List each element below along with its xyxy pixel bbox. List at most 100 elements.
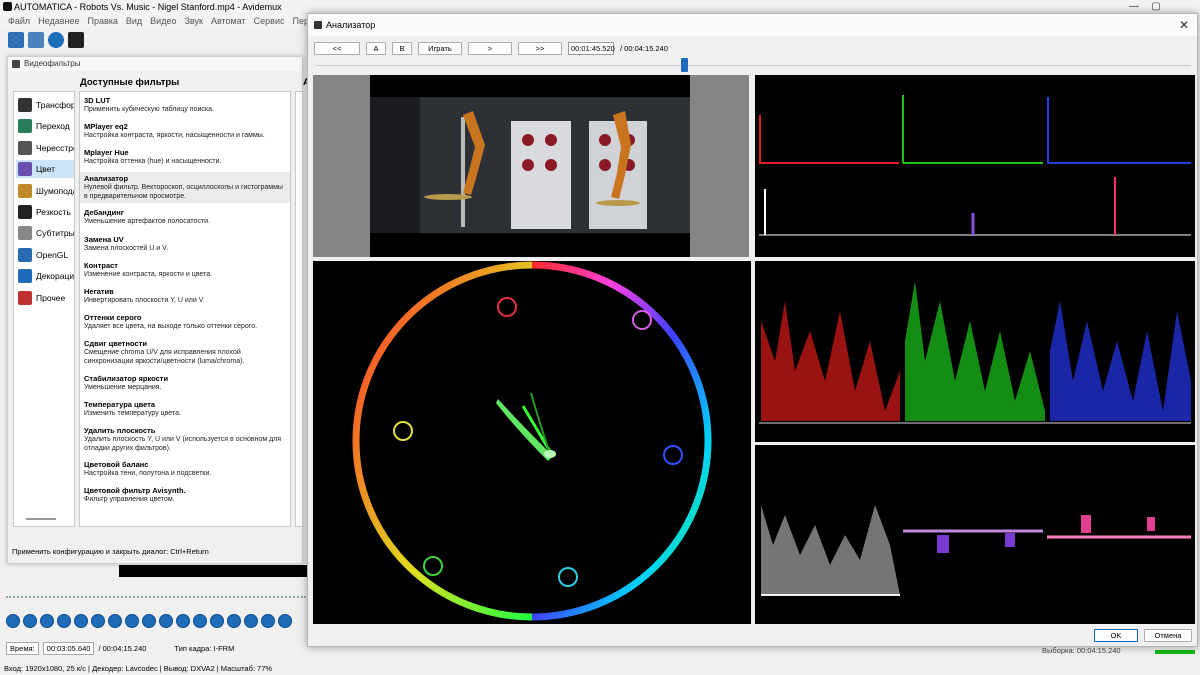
filter-item[interactable]: Негатив Инвертировать плоскости Y, U или … <box>80 285 290 307</box>
rewind-button[interactable]: << <box>314 41 360 55</box>
category-item[interactable]: Цвет <box>16 160 74 179</box>
filter-description: Удалить плоскость Y, U или V (использует… <box>84 436 282 452</box>
filter-item[interactable]: 3D LUT Применить кубическую таблицу поиск… <box>80 94 290 116</box>
scope-ring-left <box>352 261 533 621</box>
filter-name: MPlayer eq2 <box>84 122 128 131</box>
yuv-waveform-panel <box>755 445 1195 624</box>
menu-edit[interactable]: Правка <box>83 14 121 28</box>
goto-b-icon[interactable] <box>159 614 173 628</box>
filter-description: Смещение chroma U/V для исправления плох… <box>84 349 245 365</box>
analyzer-close-button[interactable]: ✕ <box>1179 14 1189 36</box>
cymbal-left <box>424 194 472 200</box>
menu-tools[interactable]: Сервис <box>250 14 289 28</box>
filter-item[interactable]: Дебандинг Уменьшение артефактов полосатос… <box>80 206 290 228</box>
filter-item[interactable]: Оттенки серого Удаляет все цвета, на выхо… <box>80 311 290 333</box>
current-time-input[interactable]: 00:01:45.520 <box>568 41 615 55</box>
forward-icon[interactable] <box>210 614 224 628</box>
stop-icon[interactable] <box>193 614 207 628</box>
filter-item[interactable]: Mplayer Hue Настройка оттенка (hue) и нас… <box>80 146 290 168</box>
filter-item[interactable]: Контраст Изменение контраста, яркости и ц… <box>80 259 290 281</box>
film-icon[interactable] <box>68 32 84 48</box>
category-item[interactable]: Декорация <box>16 267 75 285</box>
seek-slider-track[interactable] <box>316 65 1191 66</box>
video-preview-panel <box>313 75 749 257</box>
play-button[interactable]: Играть <box>418 41 462 55</box>
save-icon[interactable] <box>28 32 44 48</box>
marker-a-icon[interactable] <box>91 614 105 628</box>
last-icon[interactable] <box>244 614 258 628</box>
next-key-icon[interactable] <box>74 614 88 628</box>
open-file-icon[interactable] <box>8 32 24 48</box>
seek-slider-handle[interactable] <box>680 58 688 72</box>
filter-description: Изменить температуру цвета. <box>84 410 181 417</box>
category-item[interactable]: Переход <box>16 117 74 135</box>
rewind-icon[interactable] <box>176 614 190 628</box>
menu-recent[interactable]: Недавнее <box>34 14 83 28</box>
minimize-button[interactable]: — <box>1124 0 1144 14</box>
menu-view[interactable]: Вид <box>122 14 146 28</box>
time-input[interactable]: 00:03:05.640 <box>42 641 95 655</box>
active-filters-list[interactable] <box>295 91 303 527</box>
fast-forward-button[interactable]: >> <box>518 41 562 55</box>
scope-trace-center <box>544 450 556 458</box>
category-item[interactable]: Трансформ <box>16 96 74 114</box>
category-label: Декорация <box>36 271 75 282</box>
info-icon[interactable] <box>48 32 64 48</box>
timecode-icon[interactable] <box>261 614 275 628</box>
audio-meter <box>1155 650 1195 654</box>
play-icon[interactable] <box>6 614 20 628</box>
category-scrollbar[interactable] <box>26 518 56 520</box>
filter-description: Уменьшение мерцания. <box>84 384 162 391</box>
interlace-icon <box>18 140 32 155</box>
histogram-panel <box>755 75 1195 257</box>
category-item[interactable]: Прочее <box>16 289 74 307</box>
category-item[interactable]: OpenGL <box>16 246 74 264</box>
cancel-button[interactable]: Отмена <box>1144 629 1192 642</box>
goto-a-icon[interactable] <box>142 614 156 628</box>
clear-icon[interactable] <box>108 614 122 628</box>
next-frame-button[interactable]: > <box>468 41 512 55</box>
window-title: AUTOMATICA - Robots Vs. Music - Nigel St… <box>14 2 282 12</box>
prev-icon[interactable] <box>23 614 37 628</box>
filter-item[interactable]: Анализатор Нулевой фильтр. Вектороскоп, о… <box>80 172 290 203</box>
filter-item[interactable]: MPlayer eq2 Настройка контраста, яркости,… <box>80 120 290 142</box>
category-item[interactable]: Шумопода <box>16 182 74 200</box>
volume-icon[interactable] <box>278 614 292 628</box>
category-item[interactable]: Резкость <box>16 203 74 221</box>
filter-item[interactable]: Сдвиг цветности Смещение chroma U/V для и… <box>80 337 290 368</box>
prev-key-icon[interactable] <box>57 614 71 628</box>
marker-b-button[interactable]: B <box>392 41 412 55</box>
target-cyan <box>558 567 578 587</box>
filter-item[interactable]: Удалить плоскость Удалить плоскость Y, U … <box>80 424 290 455</box>
maximize-button[interactable]: ▢ <box>1146 0 1166 14</box>
filter-item[interactable]: Цветовой баланс Настройка тени, полутона … <box>80 458 290 480</box>
menu-auto[interactable]: Автомат <box>207 14 250 28</box>
next-icon[interactable] <box>40 614 54 628</box>
first-icon[interactable] <box>227 614 241 628</box>
scope-ring-right <box>531 261 712 621</box>
filter-item[interactable]: Цветовой фильтр Avisynth. Фильтр управлен… <box>80 484 290 506</box>
menu-video[interactable]: Видео <box>146 14 180 28</box>
filter-item[interactable]: Замена UV Замена плоскостей U и V. <box>80 233 290 255</box>
filter-description: Настройка оттенка (hue) и насыщенности. <box>84 158 222 165</box>
transform-icon <box>18 98 32 112</box>
category-label: OpenGL <box>36 249 69 260</box>
category-label: Трансформ <box>36 100 74 110</box>
filter-item[interactable]: Стабилизатор яркости Уменьшение мерцания. <box>80 372 290 394</box>
menu-file[interactable]: Файл <box>4 14 34 28</box>
menu-audio[interactable]: Звук <box>180 14 206 28</box>
marker-b-icon[interactable] <box>125 614 139 628</box>
status-bar: Вход: 1920x1080, 25 к/с | Декодер: Lavco… <box>4 664 273 673</box>
category-item[interactable]: Субтитры <box>16 224 74 242</box>
marker-a-button[interactable]: A <box>366 41 386 55</box>
speaker-1 <box>522 134 534 146</box>
filter-description: Фильтр управления цветом. <box>84 496 175 503</box>
filter-name: Контраст <box>84 261 118 270</box>
ok-button[interactable]: OK <box>1094 629 1138 642</box>
scrubber-ticks[interactable] <box>6 596 306 598</box>
filter-item[interactable]: Температура цвета Изменить температуру цв… <box>80 398 290 420</box>
category-item[interactable]: Чересстро <box>16 139 74 157</box>
analyzer-app-icon <box>314 21 322 29</box>
transport-controls <box>6 614 306 630</box>
target-red <box>497 297 517 317</box>
